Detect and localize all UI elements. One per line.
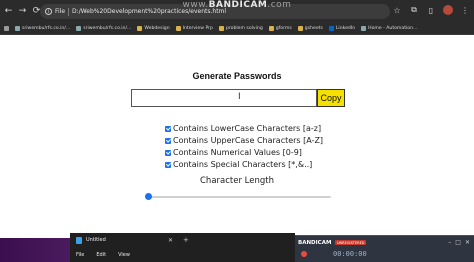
toolbar-actions: ☆ ⧉ ▯ ⋮	[392, 5, 470, 15]
record-icon[interactable]	[301, 251, 307, 257]
url-text[interactable]: D:/Web%20Development%20practices/events.…	[72, 8, 226, 15]
bandicam-panel: BANDICAM UNREGISTERED 00:00:00 – □ ✕	[295, 235, 474, 262]
bookmark-item[interactable]: Interview Prp	[175, 25, 213, 31]
bandicam-title: BANDICAM	[298, 240, 332, 246]
folder-icon	[268, 25, 274, 31]
maximize-icon[interactable]: □	[455, 239, 461, 246]
bookmark-item[interactable]: gforms	[268, 25, 292, 31]
password-output-field[interactable]: I	[131, 89, 317, 107]
bookmark-item[interactable]: Webdesign	[137, 25, 170, 31]
extensions-icon[interactable]: ⧉	[409, 5, 419, 15]
bookmark-item[interactable]: LinkedIn	[328, 25, 355, 31]
menu-edit[interactable]: Edit	[96, 252, 106, 258]
bookmarks-bar: sriwembu/rfs.co.in/... sriwembu/rfs.co.i…	[0, 22, 474, 35]
desktop-background	[0, 238, 70, 262]
notepad-tab-title[interactable]: Untitled	[86, 237, 164, 243]
copy-button[interactable]: Copy	[317, 89, 345, 107]
bandicam-window-controls: – □ ✕	[448, 239, 470, 246]
numbers-checkbox[interactable]	[165, 149, 171, 156]
new-tab-icon[interactable]: +	[183, 236, 189, 244]
notepad-menubar: File Edit View	[70, 247, 295, 262]
unregistered-badge: UNREGISTERED	[335, 240, 367, 245]
close-tab-icon[interactable]: ✕	[168, 237, 173, 244]
slider-thumb[interactable]	[145, 193, 152, 200]
bookmark-item[interactable]: problem solving	[218, 25, 263, 31]
text-cursor-icon: I	[238, 92, 241, 102]
recording-timer: 00:00:00	[333, 250, 367, 258]
folder-icon	[175, 25, 181, 31]
option-numbers[interactable]: Contains Numerical Values [0-9]	[165, 147, 302, 158]
option-special[interactable]: Contains Special Characters [*,&..]	[165, 159, 312, 170]
close-icon[interactable]: ✕	[465, 239, 470, 246]
linkedin-icon	[328, 25, 334, 31]
page-title: Generate Passwords	[192, 71, 282, 81]
bookmark-item[interactable]: sriwembu/rfs.co.in/...	[15, 25, 70, 31]
sidepanel-icon[interactable]: ▯	[426, 5, 436, 15]
bookmark-item[interactable]: sriwembu/rfs.co.in/...	[76, 25, 131, 31]
site-icon	[76, 25, 82, 31]
character-length-label: Character Length	[200, 176, 274, 186]
notepad-tabbar: Untitled ✕ +	[70, 233, 295, 247]
notepad-window: Untitled ✕ + File Edit View	[70, 233, 295, 262]
lowercase-checkbox[interactable]	[165, 125, 171, 132]
notepad-icon	[76, 236, 82, 244]
omnibox-divider	[68, 7, 70, 16]
profile-avatar[interactable]	[443, 5, 453, 15]
address-bar[interactable]: i File D:/Web%20Development%20practices/…	[40, 4, 390, 19]
bookmark-item[interactable]: gsheets	[297, 25, 323, 31]
file-chip: File	[55, 8, 66, 15]
menu-icon[interactable]: ⋮	[460, 5, 470, 15]
menu-file[interactable]: File	[76, 252, 84, 258]
character-length-slider[interactable]	[145, 193, 331, 200]
back-icon[interactable]: ←	[3, 6, 14, 17]
apps-grid-icon	[4, 25, 9, 31]
menu-view[interactable]: View	[118, 252, 130, 258]
site-icon	[15, 25, 20, 31]
uppercase-checkbox[interactable]	[165, 137, 171, 144]
folder-icon	[218, 25, 224, 31]
star-icon[interactable]: ☆	[392, 5, 402, 15]
folder-icon	[297, 25, 303, 31]
special-checkbox[interactable]	[165, 161, 171, 168]
site-icon	[361, 25, 367, 31]
bookmark-apps[interactable]	[4, 25, 9, 31]
option-uppercase[interactable]: Contains UpperCase Characters [A-Z]	[165, 135, 323, 146]
minimize-icon[interactable]: –	[448, 239, 451, 246]
option-lowercase[interactable]: Contains LowerCase Characters [a-z]	[165, 123, 321, 134]
slider-track	[147, 196, 331, 198]
info-icon[interactable]: i	[45, 8, 52, 15]
browser-toolbar: ← → ⟳ i File D:/Web%20Development%20prac…	[0, 0, 474, 22]
forward-icon[interactable]: →	[17, 6, 28, 17]
folder-icon	[137, 25, 143, 31]
bookmark-item[interactable]: Home - Automation...	[361, 25, 417, 31]
